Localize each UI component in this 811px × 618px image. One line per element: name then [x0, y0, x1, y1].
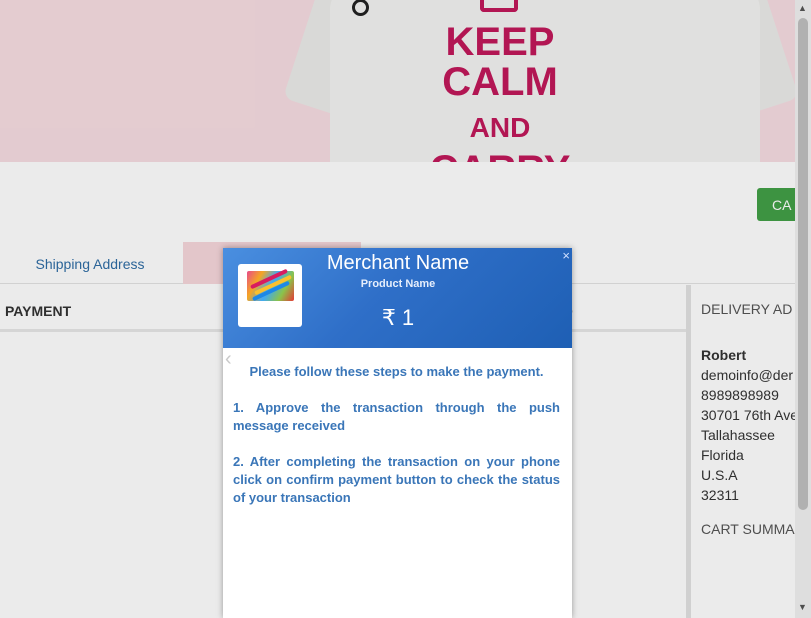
chevron-left-icon[interactable]: ‹	[225, 348, 232, 371]
payment-instructions: Please follow these steps to make the pa…	[233, 363, 560, 525]
product-name: Product Name	[360, 278, 436, 290]
merchant-logo	[238, 264, 302, 327]
instructions-intro: Please follow these steps to make the pa…	[249, 364, 544, 379]
close-icon[interactable]: ×	[562, 248, 570, 263]
instruction-step: 2. After completing the transaction on y…	[233, 454, 560, 505]
payment-amount: ₹ 1	[381, 305, 415, 330]
merchant-name: Merchant Name	[326, 252, 470, 274]
product-thumbnail-icon	[247, 268, 294, 302]
instruction-step: 1. Approve the transaction through the p…	[233, 400, 560, 433]
payment-modal: × Merchant Name Product Name ₹ 1 ‹ Pleas…	[223, 248, 572, 618]
modal-header: × Merchant Name Product Name ₹ 1	[223, 248, 572, 348]
